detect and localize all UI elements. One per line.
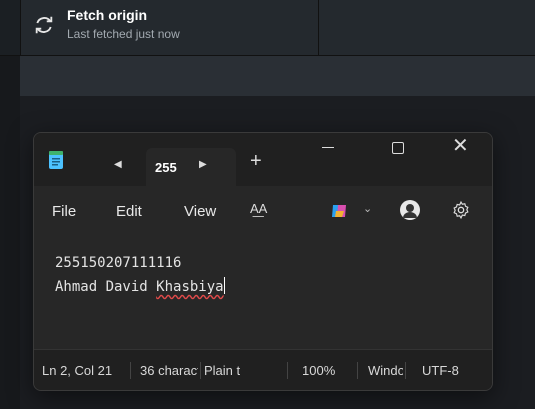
status-bar: Ln 2, Col 21 36 characters Plain text 10… <box>34 349 492 390</box>
text-caret <box>223 277 225 294</box>
gear-icon[interactable] <box>451 200 471 220</box>
left-edge-panel <box>0 56 20 409</box>
status-line-ending[interactable]: Windows (CRLF) <box>368 363 403 378</box>
status-character-count[interactable]: 36 characters <box>140 363 198 378</box>
status-cursor-position[interactable]: Ln 2, Col 21 <box>42 363 126 378</box>
fetch-origin-button[interactable]: Fetch origin Last fetched just now <box>20 0 319 55</box>
scroll-tabs-left-icon[interactable]: ◀ <box>114 159 122 170</box>
user-icon <box>403 204 417 218</box>
status-divider <box>287 362 288 379</box>
copilot-icon[interactable] <box>330 203 348 219</box>
status-zoom[interactable]: 100% <box>302 363 342 378</box>
minimize-button[interactable] <box>322 147 334 148</box>
status-divider <box>130 362 131 379</box>
editor-line-1: 255150207111116 <box>55 255 182 271</box>
status-divider <box>357 362 358 379</box>
text-format-icon[interactable]: A͟A <box>250 201 267 216</box>
tab-label: 255 <box>155 160 177 175</box>
menu-view[interactable]: View <box>184 203 216 220</box>
line-2-text: Ahmad David <box>55 279 157 295</box>
scroll-tabs-right-icon[interactable]: ▶ <box>199 159 207 170</box>
tab-document[interactable]: 255 ▶ <box>146 148 236 186</box>
new-tab-button[interactable]: + <box>250 151 262 171</box>
avatar[interactable] <box>400 200 420 220</box>
app-toolbar: Fetch origin Last fetched just now <box>0 0 535 56</box>
editor-line-2: Ahmad David Khasbiya <box>55 277 225 295</box>
menu-file[interactable]: File <box>52 203 76 220</box>
toolbar-left-segment[interactable] <box>0 0 21 55</box>
text-editor[interactable]: 255150207111116 Ahmad David Khasbiya <box>34 234 492 349</box>
status-divider <box>200 362 201 379</box>
fetch-subtitle: Last fetched just now <box>67 27 180 41</box>
status-encoding[interactable]: UTF-8 <box>422 363 472 378</box>
chevron-down-icon[interactable]: ⌄ <box>363 202 372 215</box>
notepad-app-icon <box>49 151 63 169</box>
sync-icon <box>35 16 53 34</box>
status-divider <box>405 362 406 379</box>
close-button[interactable]: ✕ <box>452 136 469 156</box>
toolbar-shadow-band <box>0 56 535 96</box>
misspelled-word[interactable]: Khasbiya <box>156 279 223 295</box>
notepad-titlebar[interactable]: ◀ 255 ▶ + ✕ <box>34 133 492 186</box>
menu-edit[interactable]: Edit <box>116 203 142 220</box>
fetch-title: Fetch origin <box>67 7 148 23</box>
maximize-button[interactable] <box>392 142 404 154</box>
notepad-window: ◀ 255 ▶ + ✕ File Edit View A͟A ⌄ 2551502… <box>33 132 493 391</box>
status-file-format[interactable]: Plain text <box>204 363 240 378</box>
menu-bar: File Edit View A͟A ⌄ <box>34 186 492 234</box>
